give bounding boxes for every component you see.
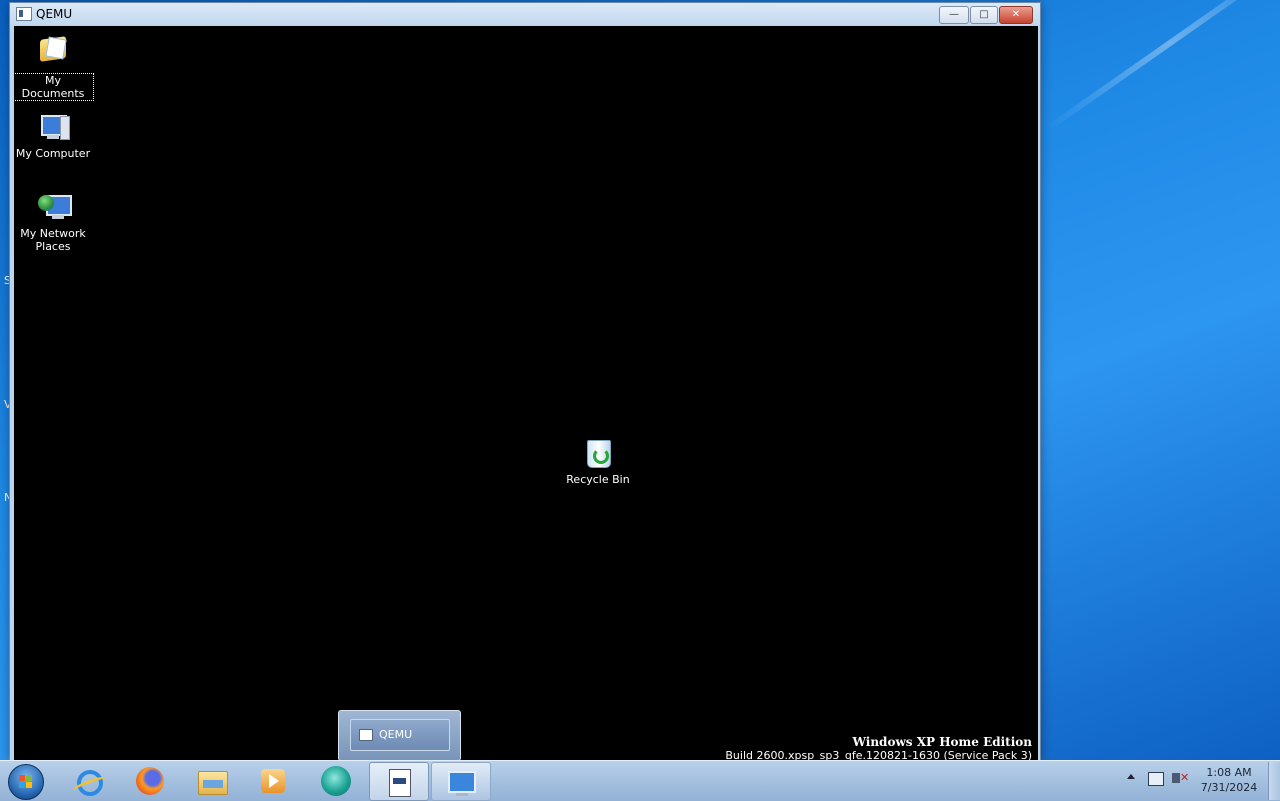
- show-desktop-button[interactable]: [1268, 762, 1280, 800]
- maximize-button[interactable]: □: [970, 6, 998, 24]
- network-icon[interactable]: [1148, 772, 1164, 786]
- desktop-icon-my-computer[interactable]: My Computer: [14, 112, 94, 160]
- taskbar-qemu[interactable]: [431, 762, 491, 801]
- taskbar: [0, 760, 1280, 801]
- qemu-app-icon: [359, 729, 373, 741]
- qemu-app-icon[interactable]: [16, 7, 32, 21]
- windows-explorer-icon: [198, 771, 228, 795]
- start-button[interactable]: [8, 764, 44, 800]
- close-button[interactable]: ✕: [999, 6, 1033, 24]
- volume-muted-icon: ✕: [1180, 771, 1190, 784]
- volume-icon[interactable]: [1172, 773, 1180, 783]
- taskbar-internet-explorer[interactable]: [60, 762, 118, 799]
- taskbar-firefox[interactable]: [121, 762, 179, 799]
- qemu-monitor-icon: [448, 771, 476, 796]
- firefox-icon: [136, 767, 164, 795]
- taskbar-teal-app[interactable]: [307, 762, 365, 799]
- taskbar-document-app[interactable]: [369, 762, 429, 801]
- my-computer-icon: [37, 112, 70, 144]
- desktop-icon-my-documents[interactable]: My Documents: [14, 30, 94, 101]
- desktop-icon-label: My Documents: [14, 73, 94, 101]
- guest-screen[interactable]: My Documents My Computer My Network Plac…: [14, 26, 1038, 762]
- internet-explorer-icon: [77, 770, 103, 796]
- window-title: QEMU: [36, 7, 73, 21]
- taskbar-windows-explorer[interactable]: [183, 762, 241, 799]
- media-player-icon: [261, 769, 285, 793]
- windows-logo-icon: [19, 775, 33, 789]
- desktop-icon-label: My Computer: [15, 147, 91, 160]
- desktop-icon-recycle-bin[interactable]: Recycle Bin: [557, 438, 639, 486]
- os-edition-label: Windows XP Home Edition: [852, 735, 1033, 749]
- my-network-places-icon: [37, 192, 72, 224]
- recycle-bin-icon: [582, 438, 614, 470]
- os-branding: Windows XP Home Edition Build 2600.xpsp_…: [725, 735, 1032, 762]
- desktop-icon-label: My Network Places: [20, 227, 86, 253]
- system-clock[interactable]: 1:08 AM 7/31/2024: [1196, 765, 1262, 795]
- qemu-window: QEMU — □ ✕ My Documents My Computer My N…: [9, 2, 1041, 762]
- my-documents-icon: [37, 36, 69, 70]
- taskbar-preview-popup: QEMU: [338, 710, 461, 761]
- show-hidden-icons-chevron-icon[interactable]: [1127, 774, 1135, 779]
- taskbar-preview-label: QEMU: [379, 728, 413, 741]
- clock-time: 1:08 AM: [1206, 766, 1252, 779]
- taskbar-preview-qemu[interactable]: QEMU: [350, 719, 450, 751]
- minimize-button[interactable]: —: [939, 6, 969, 24]
- taskbar-media-player[interactable]: [244, 762, 302, 799]
- teal-app-icon: [321, 766, 351, 796]
- wallpaper-streak: [1045, 0, 1280, 132]
- clock-date: 7/31/2024: [1200, 781, 1258, 794]
- desktop-icon-label: Recycle Bin: [566, 473, 630, 486]
- document-app-icon: [389, 769, 411, 797]
- qemu-titlebar[interactable]: QEMU — □ ✕: [10, 3, 1040, 25]
- desktop-icon-my-network-places[interactable]: My Network Places: [14, 192, 94, 253]
